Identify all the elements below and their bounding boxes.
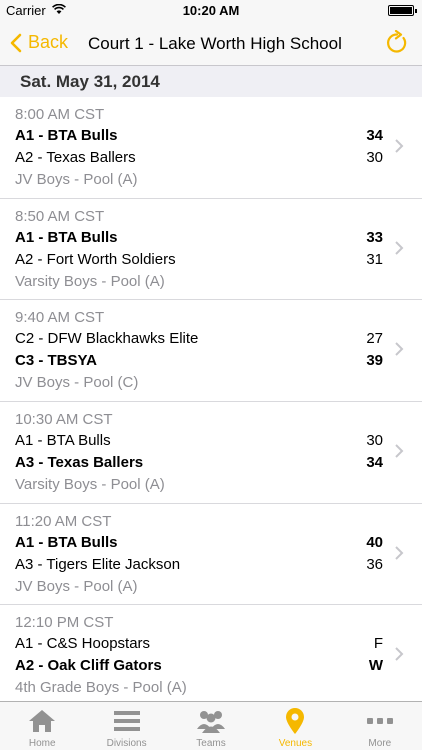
game-row[interactable]: 8:50 AM CST A1 - BTA Bulls 33 A2 - Fort … (0, 199, 422, 301)
game-division: Varsity Boys - Pool (A) (15, 476, 165, 494)
battery-icon (388, 5, 417, 16)
game-row[interactable]: 11:20 AM CST A1 - BTA Bulls 40 A3 - Tige… (0, 504, 422, 606)
game-time: 8:00 AM CST (15, 106, 105, 123)
team-1-name: A1 - BTA Bulls (15, 432, 111, 450)
chevron-right-icon (395, 647, 404, 662)
team-1-score: F (373, 635, 383, 653)
team-1-name: A1 - BTA Bulls (15, 533, 118, 551)
tab-label: Divisions (106, 738, 147, 749)
team-2-score: 36 (366, 555, 383, 573)
game-row[interactable]: 8:00 AM CST A1 - BTA Bulls 34 A2 - Texas… (0, 97, 422, 199)
team-2-score: W (368, 657, 383, 675)
team-2-name: A2 - Texas Ballers (15, 149, 136, 166)
tab-bar: Home Divisions Teams Venues More (0, 701, 422, 750)
game-time: 9:40 AM CST (15, 309, 105, 327)
tab-label: More (368, 738, 392, 749)
team-2-name: A2 - Oak Cliff Gators (15, 657, 162, 675)
game-division: JV Boys - Pool (A) (15, 577, 138, 595)
list-icon (112, 707, 142, 735)
game-row[interactable]: 10:30 AM CST A1 - BTA Bulls 30 A3 - Texa… (0, 402, 422, 504)
game-row[interactable]: 12:10 PM CST A1 - C&S Hoopstars F A2 - O… (0, 605, 422, 708)
team-2-score: 30 (366, 149, 383, 166)
team-1-score: 30 (366, 432, 383, 450)
status-bar: Carrier 10:20 AM (0, 0, 422, 22)
team-2-score: 39 (366, 352, 383, 370)
game-division: Varsity Boys - Pool (A) (15, 272, 165, 290)
team-1-score: 27 (366, 330, 383, 348)
navigation-bar: Back Court 1 - Lake Worth High School (0, 22, 422, 66)
teams-icon (196, 707, 226, 735)
back-button[interactable]: Back (10, 32, 68, 53)
team-1-name: C2 - DFW Blackhawks Elite (15, 330, 199, 348)
tab-label: Teams (196, 738, 226, 749)
team-2-name: A3 - Tigers Elite Jackson (15, 555, 181, 573)
chevron-right-icon (395, 139, 404, 153)
team-2-name: C3 - TBSYA (15, 352, 97, 370)
game-division: 4th Grade Boys - Pool (A) (15, 679, 187, 697)
game-time: 8:50 AM CST (15, 207, 105, 225)
tab-home[interactable]: Home (0, 702, 84, 750)
tab-more[interactable]: More (338, 702, 422, 750)
game-time: 11:20 AM CST (15, 512, 112, 530)
tab-venues[interactable]: Venues (253, 702, 337, 750)
tab-label: Venues (278, 738, 313, 749)
game-time: 12:10 PM CST (15, 614, 114, 632)
section-date: Sat. May 31, 2014 (20, 72, 160, 91)
refresh-icon[interactable] (384, 30, 410, 56)
chevron-right-icon (395, 240, 404, 255)
team-2-name: A2 - Fort Worth Soldiers (15, 250, 176, 268)
game-time: 10:30 AM CST (15, 411, 113, 429)
team-2-score: 34 (366, 454, 383, 472)
tab-teams[interactable]: Teams (169, 702, 253, 750)
page-title: Court 1 - Lake Worth High School (88, 34, 342, 53)
team-1-name: A1 - BTA Bulls (15, 228, 118, 246)
chevron-right-icon (395, 342, 404, 357)
game-list: 8:00 AM CST A1 - BTA Bulls 34 A2 - Texas… (0, 97, 422, 708)
more-icon (365, 707, 395, 735)
back-label: Back (28, 32, 69, 52)
team-1-score: 34 (366, 127, 383, 144)
tab-divisions[interactable]: Divisions (84, 702, 168, 750)
game-division: JV Boys - Pool (A) (15, 171, 138, 188)
team-1-name: A1 - C&S Hoopstars (15, 635, 151, 653)
date-section-header: Sat. May 31, 2014 (0, 66, 422, 97)
team-2-score: 31 (366, 250, 383, 268)
team-1-name: A1 - BTA Bulls (15, 127, 118, 144)
team-2-name: A3 - Texas Ballers (15, 454, 144, 472)
home-icon (27, 707, 57, 735)
chevron-right-icon (395, 444, 404, 458)
game-row[interactable]: 9:40 AM CST C2 - DFW Blackhawks Elite 27… (0, 300, 422, 403)
location-pin-icon (280, 707, 310, 735)
clock: 10:20 AM (182, 3, 240, 18)
game-division: JV Boys - Pool (C) (15, 374, 139, 392)
tab-label: Home (28, 738, 56, 749)
team-1-score: 33 (366, 228, 383, 246)
chevron-right-icon (395, 546, 404, 560)
team-1-score: 40 (366, 533, 383, 551)
chevron-left-icon (10, 33, 22, 52)
